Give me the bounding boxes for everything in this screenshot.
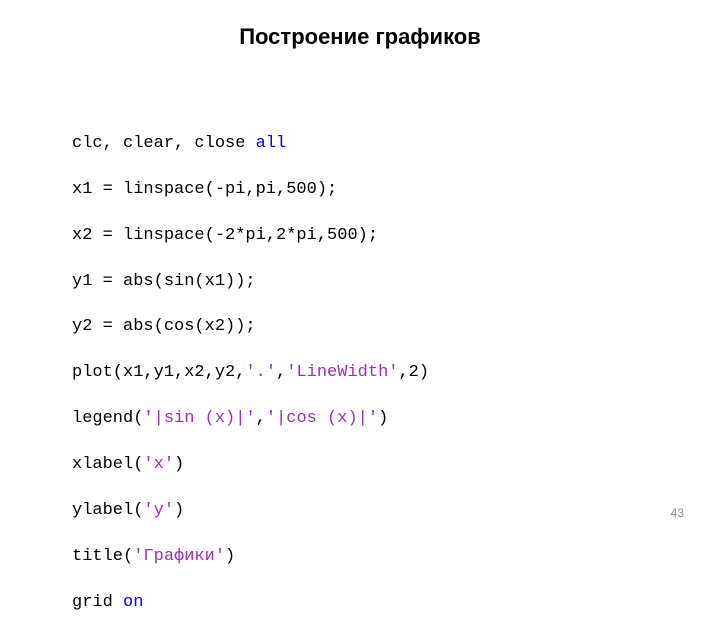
code-line-4: y1 = abs(sin(x1));: [72, 271, 429, 294]
slide-title: Построение графиков: [0, 24, 720, 50]
code-line-5: y2 = abs(cos(x2));: [72, 316, 429, 339]
string-literal: '.': [245, 363, 276, 382]
code-line-9: ylabel('y'): [72, 500, 429, 523]
text: title(: [72, 547, 133, 566]
text: clc, clear, close: [72, 134, 256, 153]
string-literal: 'x': [143, 455, 174, 474]
text: ,: [276, 363, 286, 382]
page-number: 43: [671, 506, 684, 520]
code-line-11: grid on: [72, 592, 429, 615]
string-literal: '|cos (x)|': [266, 409, 378, 428]
text: grid: [72, 593, 123, 612]
code-line-2: x1 = linspace(-pi,pi,500);: [72, 179, 429, 202]
text: ,: [256, 409, 266, 428]
code-block: clc, clear, close all x1 = linspace(-pi,…: [72, 110, 429, 638]
code-line-10: title('Графики'): [72, 546, 429, 569]
text: plot(x1,y1,x2,y2,: [72, 363, 245, 382]
text: ylabel(: [72, 501, 143, 520]
code-line-3: x2 = linspace(-2*pi,2*pi,500);: [72, 225, 429, 248]
keyword-all: all: [256, 134, 287, 153]
text: ): [174, 501, 184, 520]
string-literal: '|sin (x)|': [143, 409, 255, 428]
code-line-7: legend('|sin (x)|','|cos (x)|'): [72, 408, 429, 431]
code-line-1: clc, clear, close all: [72, 133, 429, 156]
keyword-on: on: [123, 593, 143, 612]
string-literal: 'Графики': [133, 547, 225, 566]
text: ): [174, 455, 184, 474]
code-line-8: xlabel('x'): [72, 454, 429, 477]
text: xlabel(: [72, 455, 143, 474]
text: legend(: [72, 409, 143, 428]
string-literal: 'LineWidth': [286, 363, 398, 382]
string-literal: 'y': [143, 501, 174, 520]
text: ): [378, 409, 388, 428]
text: ,2): [398, 363, 429, 382]
text: ): [225, 547, 235, 566]
code-line-6: plot(x1,y1,x2,y2,'.','LineWidth',2): [72, 362, 429, 385]
